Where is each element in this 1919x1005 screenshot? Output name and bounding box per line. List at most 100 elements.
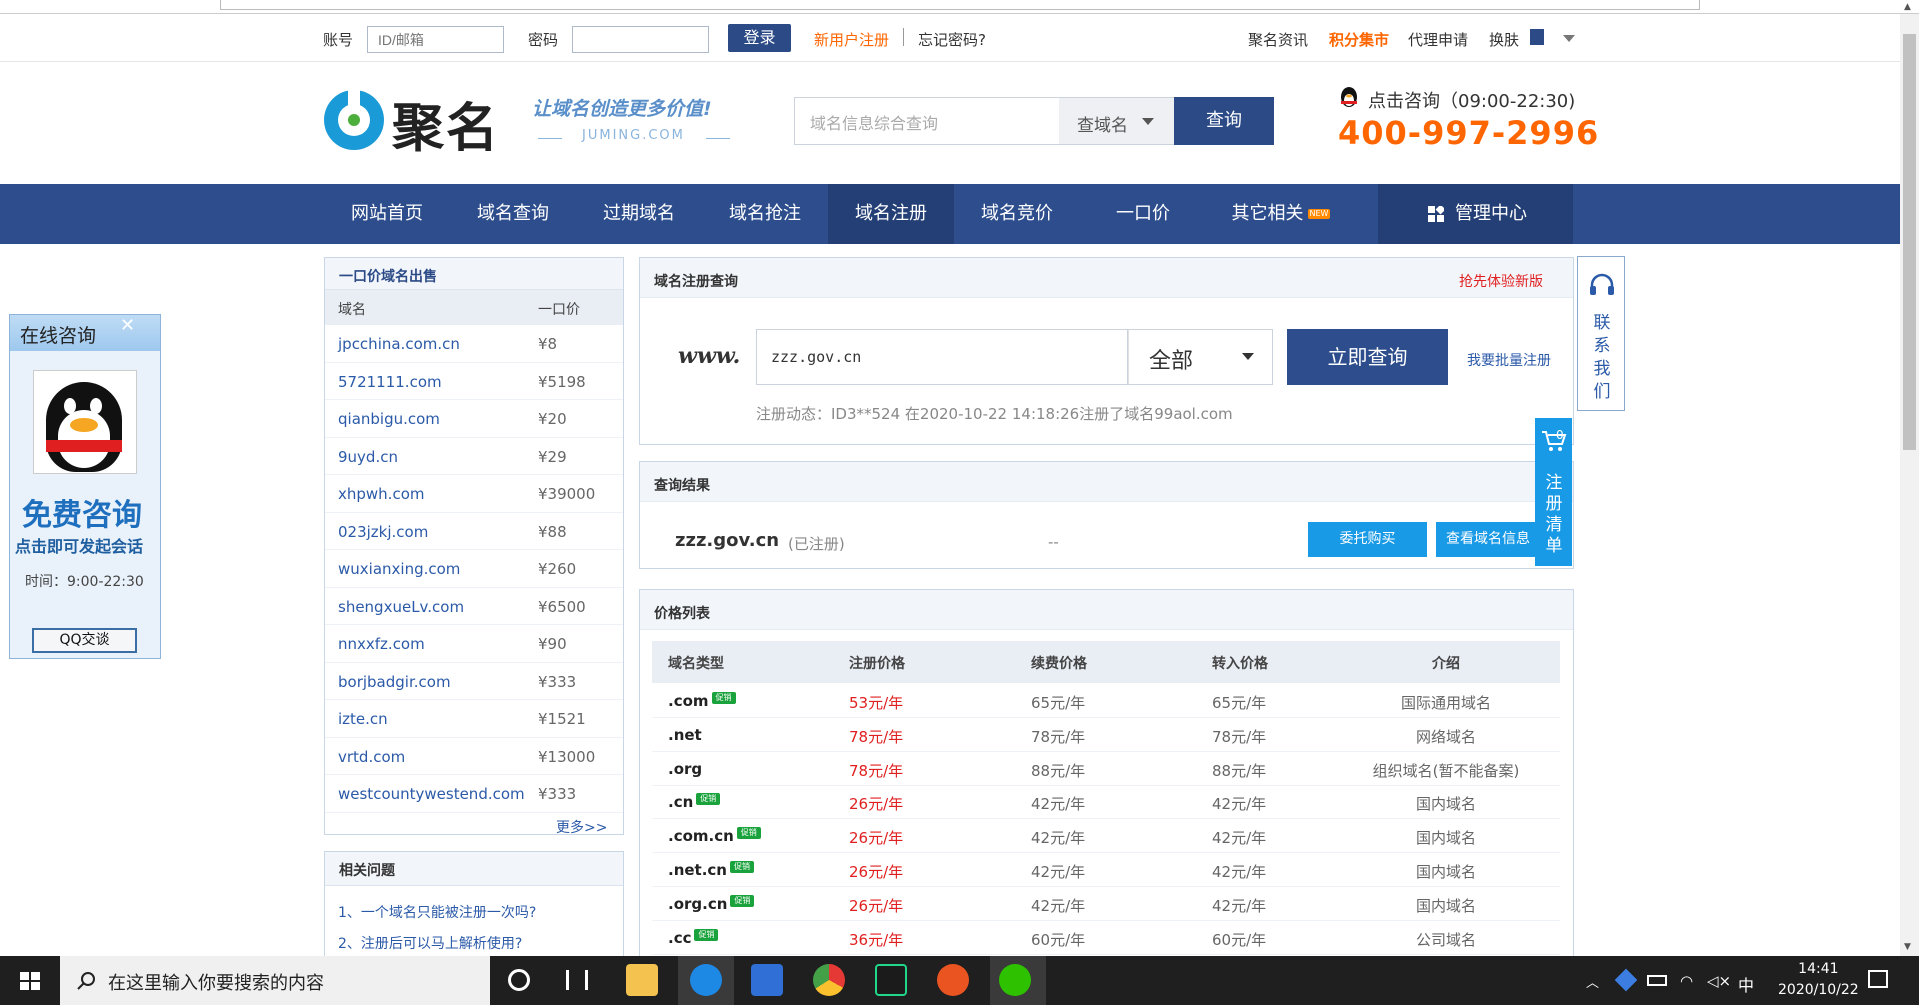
nav-item-fixed-price[interactable]: 一口价 (1080, 184, 1206, 244)
domain-type-text: .org (668, 759, 703, 778)
close-icon[interactable]: ✕ (120, 315, 135, 336)
sale-domain[interactable]: 023jzkj.com (338, 523, 428, 541)
file-explorer-icon[interactable] (626, 964, 658, 996)
new-version-link[interactable]: 抢先体验新版 (1459, 271, 1543, 291)
description: 国内域名 (1332, 793, 1560, 814)
nav-item-register[interactable]: 域名注册 (828, 184, 954, 244)
wifi-icon[interactable]: ◠ (1680, 972, 1693, 990)
search-type-select[interactable]: 查域名 (1059, 98, 1174, 144)
sale-domain[interactable]: shengxueLv.com (338, 598, 464, 616)
news-link[interactable]: 聚名资讯 (1248, 29, 1308, 50)
register-link[interactable]: 新用户注册 (814, 29, 889, 50)
sale-domain[interactable]: nnxxfz.com (338, 635, 425, 653)
forgot-password-link[interactable]: 忘记密码? (918, 29, 986, 50)
ubuntu-icon[interactable] (937, 964, 969, 996)
skin-color-swatch[interactable] (1530, 29, 1544, 45)
nav-item-snapback[interactable]: 域名抢注 (702, 184, 828, 244)
nav-item-other[interactable]: 其它相关 NEW (1206, 184, 1356, 244)
sale-price: ¥8 (538, 335, 558, 353)
description-text: 公司域名 (1415, 930, 1476, 949)
chevron-up-icon[interactable]: ︿ (1586, 972, 1599, 991)
list-item[interactable]: vrtd.com ¥13000 (325, 738, 623, 775)
batch-register-link[interactable]: 我要批量注册 (1467, 350, 1551, 370)
scroll-down-icon[interactable]: ▼ (1904, 942, 1911, 952)
wps-writer-icon[interactable] (751, 964, 783, 996)
qq-penguin-icon (1341, 87, 1357, 107)
list-item[interactable]: qianbigu.com ¥20 (325, 400, 623, 438)
nav-item-home[interactable]: 网站首页 (324, 184, 450, 244)
scrollbar-thumb[interactable] (1903, 34, 1916, 450)
skin-link[interactable]: 换肤 (1489, 29, 1519, 50)
nav-item-auction[interactable]: 域名竞价 (954, 184, 1080, 244)
taskbar-search-text[interactable]: 在这里输入你要搜索的内容 (108, 969, 324, 995)
sale-domain[interactable]: westcountywestend.com (338, 785, 525, 803)
chevron-down-icon[interactable] (1563, 35, 1575, 42)
entrust-buy-button[interactable]: 委托购买 (1308, 522, 1427, 557)
description: 国际通用域名 (1332, 692, 1560, 713)
notification-icon[interactable] (1868, 970, 1888, 988)
sale-domain[interactable]: vrtd.com (338, 748, 405, 766)
task-view-icon[interactable] (566, 970, 588, 990)
login-button[interactable]: 登录 (728, 24, 791, 52)
sale-domain[interactable]: jpcchina.com.cn (338, 335, 460, 353)
sale-domain[interactable]: qianbigu.com (338, 410, 440, 428)
list-item[interactable]: shengxueLv.com ¥6500 (325, 588, 623, 625)
view-info-button[interactable]: 查看域名信息 (1436, 522, 1540, 557)
list-item[interactable]: 023jzkj.com ¥88 (325, 513, 623, 550)
query-button[interactable]: 立即查询 (1287, 329, 1448, 385)
header-search-button[interactable]: 查询 (1174, 97, 1274, 145)
points-market-link[interactable]: 积分集市 (1329, 29, 1389, 50)
consult-link[interactable]: 点击咨询（09:00-22:30) (1368, 87, 1575, 113)
click-hint[interactable]: 点击即可发起会话 (15, 533, 143, 557)
nav-item-domain-search[interactable]: 域名查询 (450, 184, 576, 244)
domain-type: .cn 促销 (668, 793, 721, 811)
reg-price-text: 78元/年 (849, 761, 904, 780)
faq-link[interactable]: 2、注册后可以马上解析使用? (338, 933, 522, 953)
list-item[interactable]: borjbadgir.com ¥333 (325, 663, 623, 700)
pycharm-icon[interactable] (875, 964, 907, 996)
list-item[interactable]: xhpwh.com ¥39000 (325, 475, 623, 513)
sale-domain[interactable]: borjbadgir.com (338, 673, 451, 691)
chrome-icon[interactable] (813, 964, 845, 996)
list-item[interactable]: westcountywestend.com ¥333 (325, 775, 623, 813)
ime-indicator[interactable]: 中 (1738, 972, 1754, 996)
password-input[interactable] (572, 26, 709, 53)
wechat-icon[interactable] (999, 964, 1031, 996)
sale-domain[interactable]: 5721111.com (338, 373, 442, 391)
address-bar[interactable] (220, 0, 1700, 10)
contact-us-button[interactable]: 联系我们 (1577, 256, 1625, 411)
list-item[interactable]: nnxxfz.com ¥90 (325, 625, 623, 663)
taskbar-clock[interactable]: 14:41 2020/10/22 (1778, 959, 1859, 1001)
list-item[interactable]: 5721111.com ¥5198 (325, 363, 623, 400)
edge-browser-icon[interactable] (690, 964, 722, 996)
register-cart[interactable]: 注册清单 (1535, 418, 1572, 566)
domain-input[interactable]: zzz.gov.cn (756, 329, 1128, 385)
agent-link[interactable]: 代理申请 (1408, 29, 1468, 50)
sale-domain[interactable]: wuxianxing.com (338, 560, 460, 578)
free-consult[interactable]: 免费咨询 (22, 490, 142, 534)
list-item[interactable]: 9uyd.cn ¥29 (325, 438, 623, 475)
nav-item-management[interactable]: 管理中心 (1378, 184, 1573, 244)
sale-domain[interactable]: izte.cn (338, 710, 388, 728)
sale-domain[interactable]: 9uyd.cn (338, 448, 398, 466)
sale-domain[interactable]: xhpwh.com (338, 485, 424, 503)
account-input[interactable] (367, 26, 504, 53)
windows-start-icon[interactable] (20, 972, 40, 990)
battery-icon[interactable] (1647, 975, 1667, 986)
scroll-up-icon[interactable]: ▲ (1904, 2, 1911, 12)
list-item[interactable]: izte.cn ¥1521 (325, 700, 623, 738)
renew-price: 42元/年 (1031, 861, 1085, 882)
table-row: .org.cn 促销 26元/年 42元/年 42元/年 国内域名 (652, 887, 1560, 921)
renew-price-text: 42元/年 (1031, 829, 1086, 848)
more-link[interactable]: 更多>> (556, 817, 607, 837)
list-item[interactable]: jpcchina.com.cn ¥8 (325, 325, 623, 363)
nav-item-expired[interactable]: 过期域名 (576, 184, 702, 244)
volume-icon[interactable]: ◁× (1707, 972, 1731, 990)
list-item[interactable]: wuxianxing.com ¥260 (325, 550, 623, 588)
domain-type-text: .com.cn (668, 827, 734, 846)
logo-text[interactable]: 聚名 (392, 86, 500, 161)
faq-link[interactable]: 1、一个域名只能被注册一次吗? (338, 902, 536, 922)
header-search-input[interactable]: 域名信息综合查询 (810, 110, 938, 134)
cortana-icon[interactable] (508, 969, 530, 991)
qq-chat-button[interactable]: QQ交谈 (32, 628, 137, 653)
